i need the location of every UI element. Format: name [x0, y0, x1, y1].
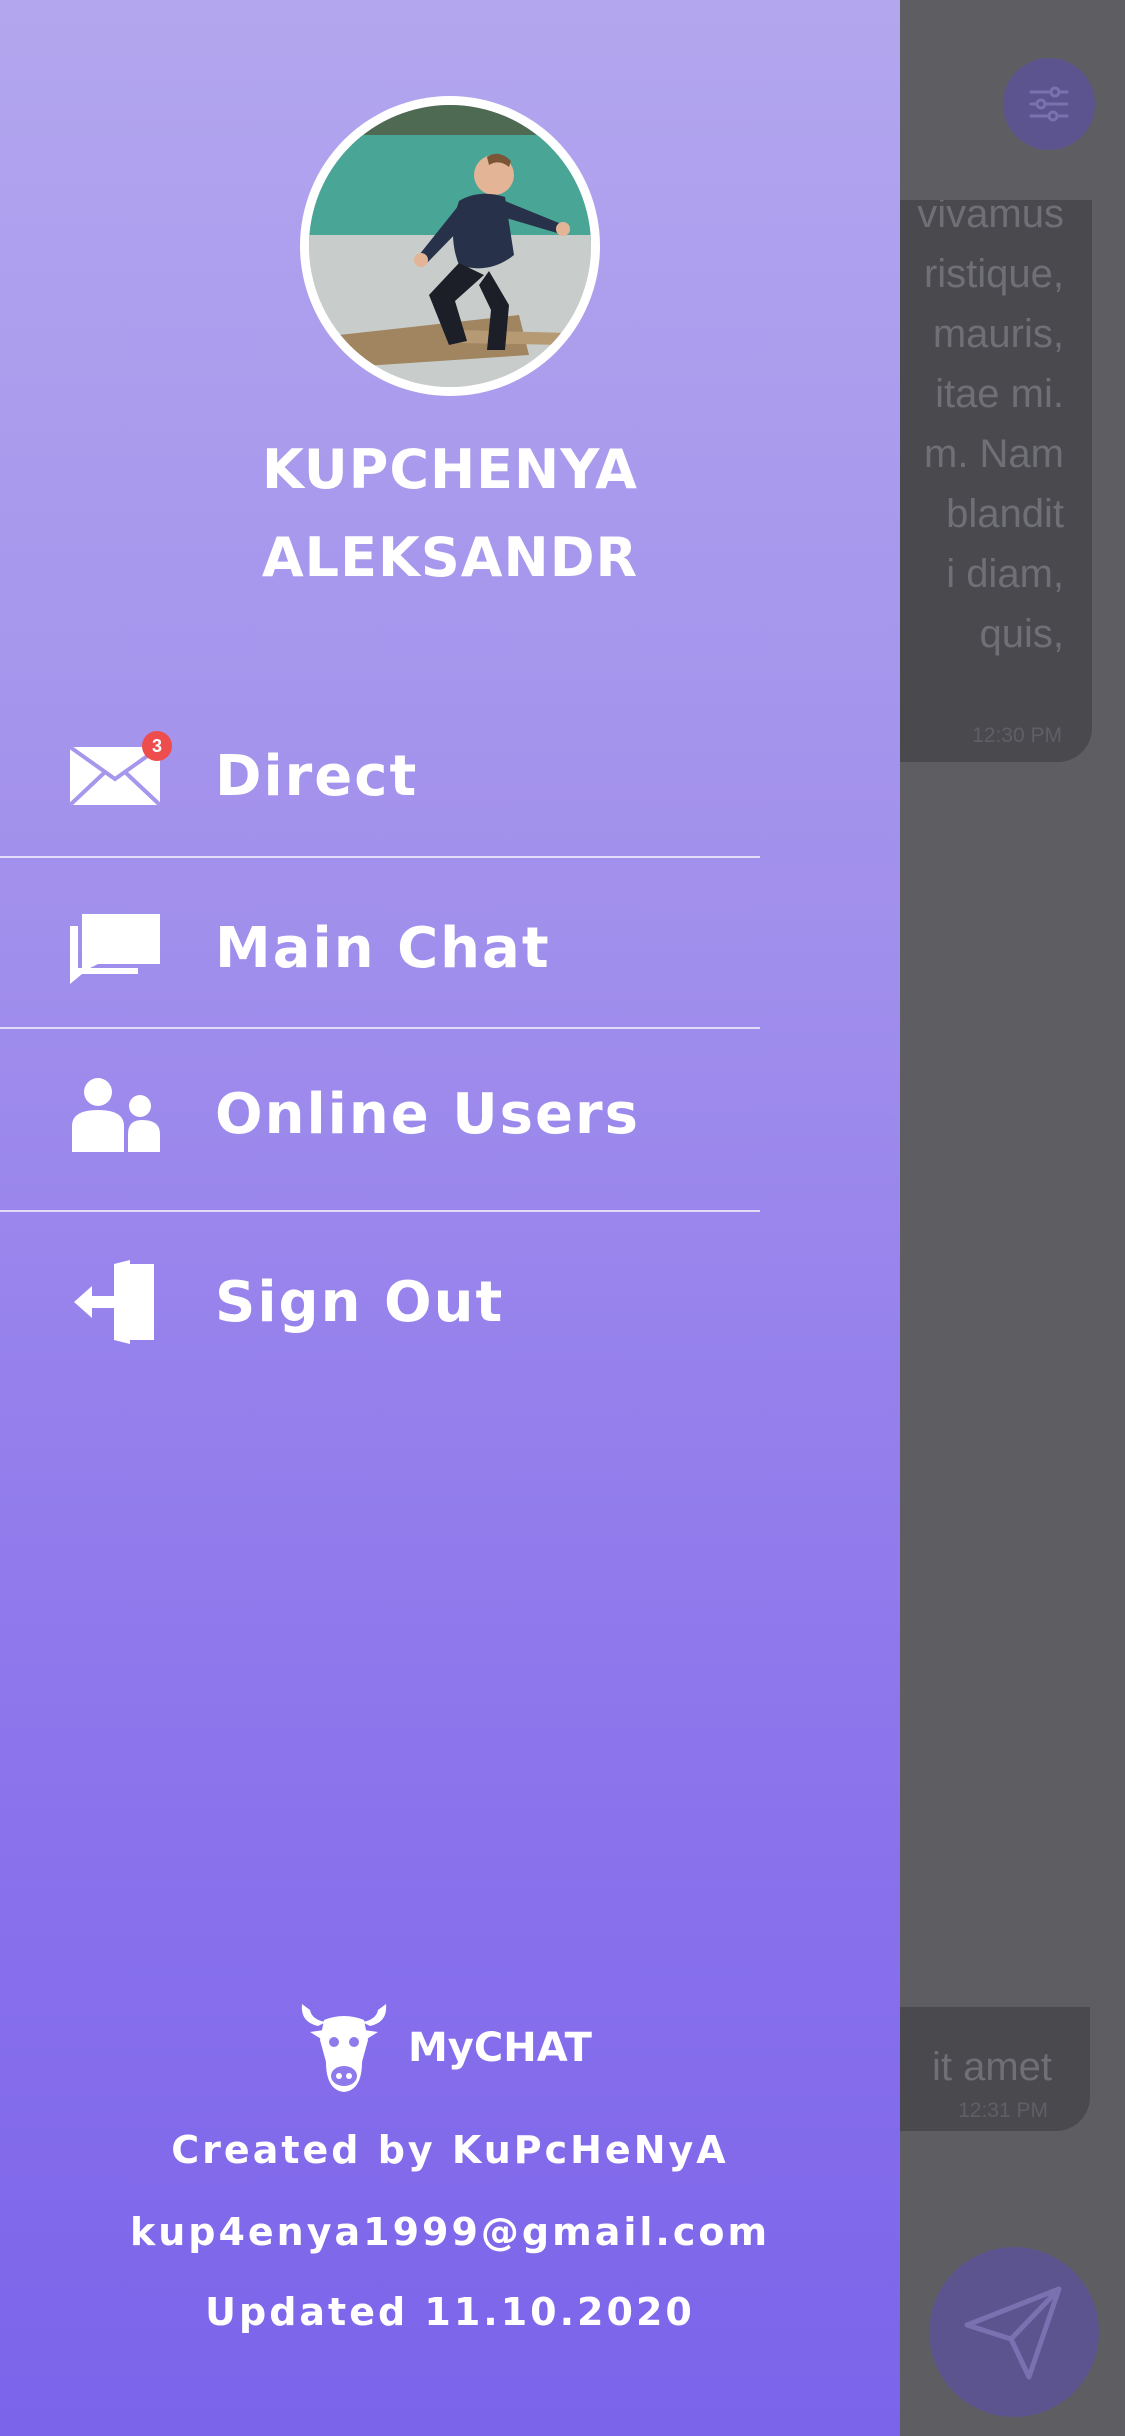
send-icon	[964, 2286, 1062, 2380]
message-text-line: quis,	[979, 612, 1065, 656]
user-name-line2: ALEKSANDR	[261, 526, 639, 589]
send-button[interactable]	[929, 2247, 1099, 2417]
menu-item-online-users[interactable]: Online Users	[0, 1054, 760, 1174]
message-text-line: ristique,	[923, 252, 1064, 296]
message-time: 12:31 PM	[958, 2099, 1048, 2122]
avatar[interactable]	[300, 96, 600, 396]
profile-photo	[309, 105, 591, 387]
users-icon	[66, 1069, 164, 1159]
message-text-line: itae mi.	[935, 372, 1064, 416]
message-text: it amet	[931, 2045, 1052, 2089]
menu-item-label: Direct	[215, 743, 419, 809]
message-text-line: i diam,	[946, 552, 1064, 596]
user-name-line1: KUPCHENYA	[262, 438, 638, 501]
side-drawer: KUPCHENYA ALEKSANDR Direct 3 Main Chat O…	[0, 0, 900, 2436]
divider	[0, 1210, 760, 1212]
menu-item-main-chat[interactable]: Main Chat	[0, 888, 760, 1008]
message-text-line: mauris,	[932, 312, 1064, 356]
bull-head-icon	[301, 2004, 387, 2092]
menu-item-label: Main Chat	[215, 915, 551, 981]
menu-item-label: Sign Out	[215, 1269, 505, 1335]
contact-email-link[interactable]: kup4enya1999@gmail.com	[0, 2210, 900, 2254]
unread-badge: 3	[142, 731, 172, 761]
message-text-line: m. Nam	[924, 432, 1064, 476]
brand: MyCHAT	[296, 2000, 592, 2096]
chat-bubbles-icon	[66, 903, 164, 993]
created-by-text: Created by KuPcHeNyA	[171, 2128, 729, 2172]
sign-out-icon	[66, 1257, 164, 1347]
message-text-line: vivamus	[917, 200, 1064, 236]
menu-item-sign-out[interactable]: Sign Out	[0, 1242, 760, 1362]
message-time: 12:30 PM	[972, 724, 1062, 747]
divider	[0, 1027, 760, 1029]
updated-date-text: Updated 11.10.2020	[205, 2290, 695, 2334]
filter-button[interactable]	[1003, 58, 1095, 150]
sliders-icon	[1029, 86, 1069, 122]
menu-item-label: Online Users	[215, 1081, 640, 1147]
divider	[0, 856, 760, 858]
message-text-line: blandit	[946, 492, 1064, 536]
menu-item-direct[interactable]: Direct	[0, 716, 760, 836]
brand-name: MyCHAT	[408, 2025, 592, 2071]
profile-photo-illustration	[309, 105, 591, 387]
